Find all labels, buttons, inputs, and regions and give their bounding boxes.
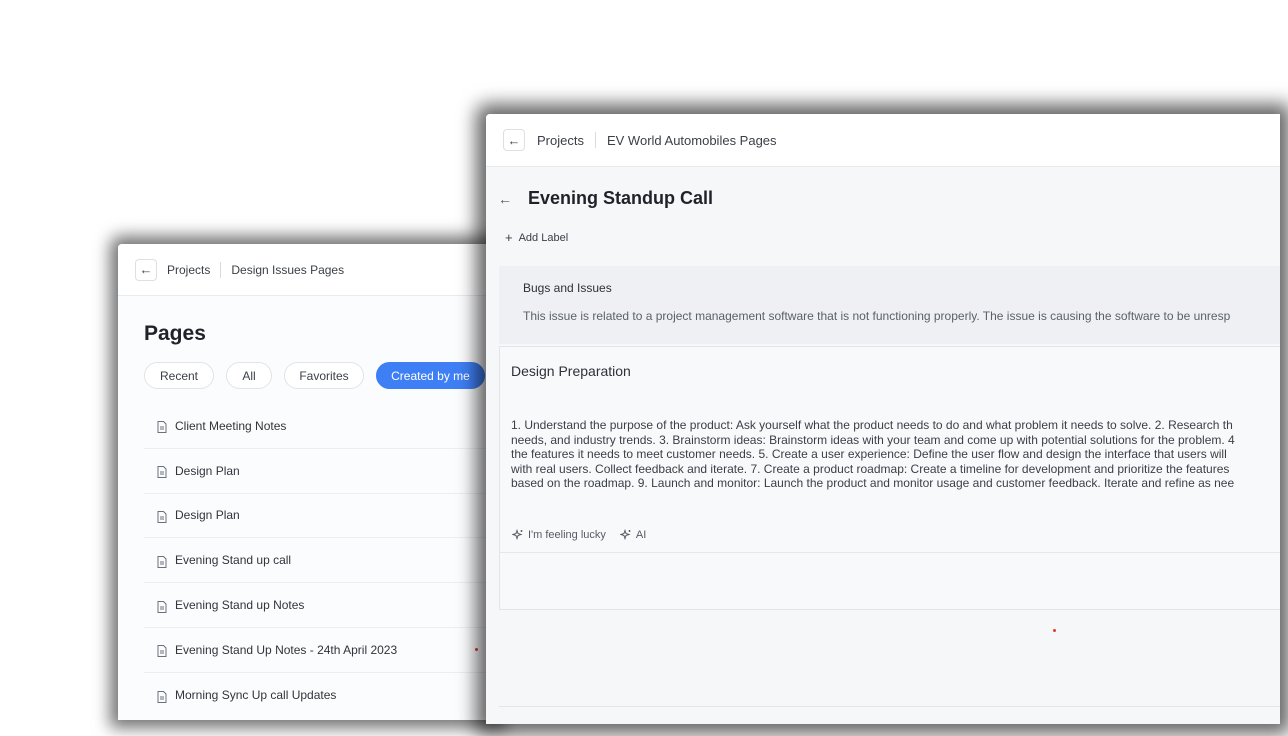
list-item-label: Evening Stand up Notes — [175, 598, 305, 613]
breadcrumb-current[interactable]: Design Issues Pages — [231, 263, 344, 277]
add-label-button[interactable]: + Add Label — [505, 230, 568, 245]
plus-icon: + — [505, 230, 513, 245]
list-item-label: Evening Stand Up Notes - 24th April 2023 — [175, 642, 398, 657]
arrow-left-icon: ← — [139, 262, 153, 277]
feeling-lucky-button[interactable]: I'm feeling lucky — [512, 529, 606, 541]
document-icon — [157, 555, 167, 568]
list-item-label: Evening Stand up call — [175, 553, 292, 568]
document-icon — [157, 645, 167, 658]
list-item-label: Design Plan — [175, 463, 240, 478]
top-bar: ← Projects Design Issues Pages — [118, 244, 498, 296]
back-button[interactable]: ← — [503, 129, 525, 151]
list-item[interactable]: Evening Stand Up Notes - 24th April 2023 — [144, 628, 498, 673]
page-list: Client Meeting Notes Design Plan Design … — [144, 404, 498, 718]
breadcrumb-current[interactable]: EV World Automobiles Pages — [607, 133, 777, 148]
list-item[interactable]: Evening Stand up call — [144, 538, 498, 584]
top-bar: ← Projects EV World Automobiles Pages — [486, 114, 1280, 167]
filter-tabs: Recent All Favorites Created by me — [144, 362, 485, 389]
pages-list-window: ← Projects Design Issues Pages Pages Rec… — [118, 244, 498, 720]
ai-actions: I'm feeling lucky AI — [512, 529, 646, 541]
unread-dot — [475, 648, 478, 651]
document-icon — [157, 510, 167, 523]
body-line: the features it needs to meet customer n… — [511, 447, 1227, 461]
list-item-label: Design Plan — [175, 508, 240, 523]
issue-block[interactable]: Bugs and Issues This issue is related to… — [499, 266, 1280, 344]
list-item[interactable]: Design Plan — [144, 494, 498, 539]
list-item[interactable]: Client Meeting Notes — [144, 404, 498, 449]
feeling-lucky-label: I'm feeling lucky — [528, 529, 606, 541]
content-card: Design Preparation 1. Understand the pur… — [499, 346, 1280, 610]
document-icon — [157, 466, 167, 479]
document-icon — [157, 421, 167, 434]
list-item[interactable]: Morning Sync Up call Updates — [144, 673, 498, 718]
title-row: ← Evening Standup Call — [498, 188, 713, 209]
issue-description: This issue is related to a project manag… — [523, 309, 1231, 323]
issue-title: Bugs and Issues — [523, 281, 612, 295]
breadcrumb-divider — [220, 261, 222, 278]
filter-all[interactable]: All — [226, 362, 272, 389]
page-title[interactable]: Evening Standup Call — [528, 188, 713, 209]
list-item[interactable]: Evening Stand up Notes — [144, 583, 498, 628]
document-icon — [157, 600, 167, 613]
card-divider — [500, 552, 1280, 553]
arrow-left-icon[interactable]: ← — [498, 191, 512, 207]
sparkle-icon — [512, 529, 523, 541]
screenshot-stage: ← Projects Design Issues Pages Pages Rec… — [0, 0, 1288, 736]
add-label-text: Add Label — [518, 231, 569, 244]
ai-label: AI — [635, 529, 647, 541]
page-detail-window: ← Projects EV World Automobiles Pages ← … — [486, 114, 1280, 724]
list-item-label: Client Meeting Notes — [175, 418, 287, 433]
list-item[interactable]: Design Plan — [144, 449, 498, 494]
card-body[interactable]: 1. Understand the purpose of the product… — [511, 418, 1280, 491]
body-line: based on the roadmap. 9. Launch and moni… — [511, 476, 1235, 490]
breadcrumb-divider — [594, 132, 596, 148]
body-line: needs, and industry trends. 3. Brainstor… — [511, 432, 1235, 447]
filter-favorites[interactable]: Favorites — [284, 362, 364, 389]
body-line: 1. Understand the purpose of the product… — [511, 418, 1233, 432]
document-icon — [157, 690, 167, 703]
ai-button[interactable]: AI — [619, 529, 647, 541]
filter-recent[interactable]: Recent — [144, 362, 214, 389]
card-title[interactable]: Design Preparation — [511, 363, 631, 379]
cursor-dot — [1053, 629, 1056, 632]
back-button[interactable]: ← — [135, 258, 157, 281]
breadcrumb-projects[interactable]: Projects — [167, 263, 210, 277]
body-line: with real users. Collect feedback and it… — [511, 461, 1230, 476]
breadcrumb-projects[interactable]: Projects — [537, 133, 584, 148]
filter-created-by-me[interactable]: Created by me — [376, 362, 485, 389]
arrow-left-icon: ← — [507, 132, 521, 148]
page-title: Pages — [144, 322, 206, 345]
next-block-edge — [499, 706, 1280, 707]
list-item-label: Morning Sync Up call Updates — [175, 688, 337, 703]
sparkle-icon — [619, 529, 631, 541]
